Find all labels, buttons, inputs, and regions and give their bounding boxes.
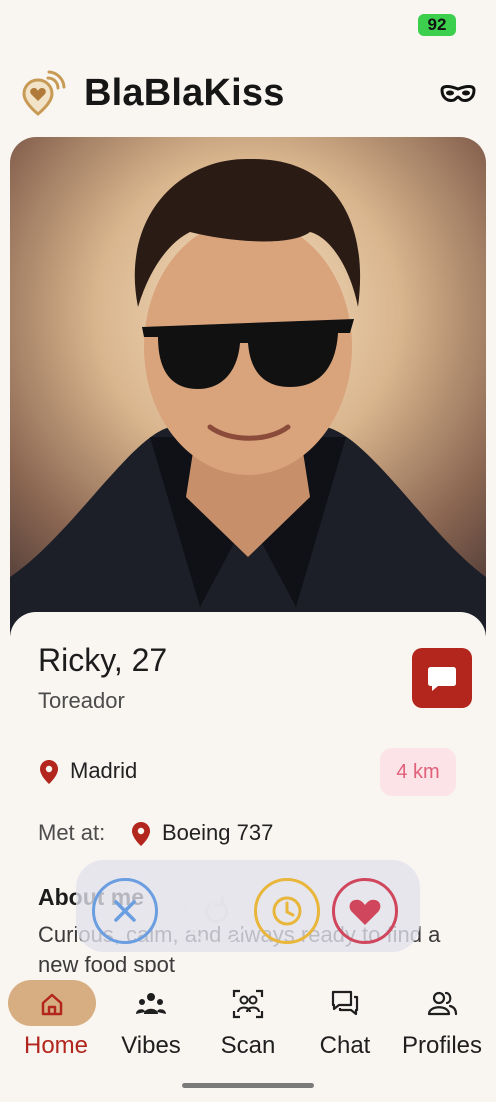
heart-pin-signal-icon [20, 70, 68, 118]
profile-name: Ricky, 27 [38, 642, 168, 678]
met-at-value: Boeing 737 [162, 820, 274, 845]
home-icon [41, 993, 63, 1016]
status-bar: 92 [0, 0, 496, 48]
group-icon [136, 993, 166, 1014]
heart-icon [349, 899, 381, 925]
message-button[interactable] [412, 648, 472, 708]
home-indicator[interactable] [182, 1083, 314, 1088]
message-icon [428, 667, 456, 691]
location-pin-icon [40, 760, 58, 784]
profile-occupation: Toreador [38, 688, 125, 713]
app-header: BlaBlaKiss [0, 60, 496, 130]
rewind-button[interactable] [184, 878, 250, 944]
met-at-label: Met at: [38, 820, 106, 845]
nav-chat[interactable]: Chat [297, 976, 393, 1066]
clock-icon [272, 896, 302, 926]
later-button[interactable] [254, 878, 320, 944]
scan-people-icon [232, 989, 264, 1019]
nav-label-scan: Scan [220, 1032, 276, 1059]
distance-badge: 4 km [380, 748, 456, 796]
nav-label-vibes: Vibes [121, 1032, 181, 1059]
chat-icon [331, 990, 359, 1016]
mask-icon[interactable] [438, 80, 478, 110]
nav-label-chat: Chat [319, 1032, 371, 1059]
profiles-icon [427, 991, 458, 1016]
battery-indicator: 92 [418, 14, 456, 36]
met-location-pin-icon [132, 822, 150, 846]
close-icon [114, 900, 136, 922]
swipe-action-bar [76, 860, 420, 952]
nav-home[interactable]: Home [8, 976, 104, 1066]
nav-vibes[interactable]: Vibes [103, 976, 199, 1066]
app-title: BlaBlaKiss [84, 72, 285, 114]
profile-photo[interactable] [10, 137, 486, 637]
bottom-navigation: Home Vibes Scan Chat Profiles [0, 976, 496, 1066]
nav-label-home: Home [23, 1032, 89, 1059]
nav-scan[interactable]: Scan [200, 976, 296, 1066]
profile-card[interactable]: Ricky, 27 Toreador Madrid 4 km Met at: B… [10, 137, 486, 977]
pass-button[interactable] [92, 878, 158, 944]
like-button[interactable] [332, 878, 398, 944]
nav-profiles[interactable]: Profiles [394, 976, 490, 1066]
nav-label-profiles: Profiles [401, 1032, 483, 1059]
rewind-icon [205, 895, 229, 923]
location-text: Madrid [70, 758, 138, 783]
